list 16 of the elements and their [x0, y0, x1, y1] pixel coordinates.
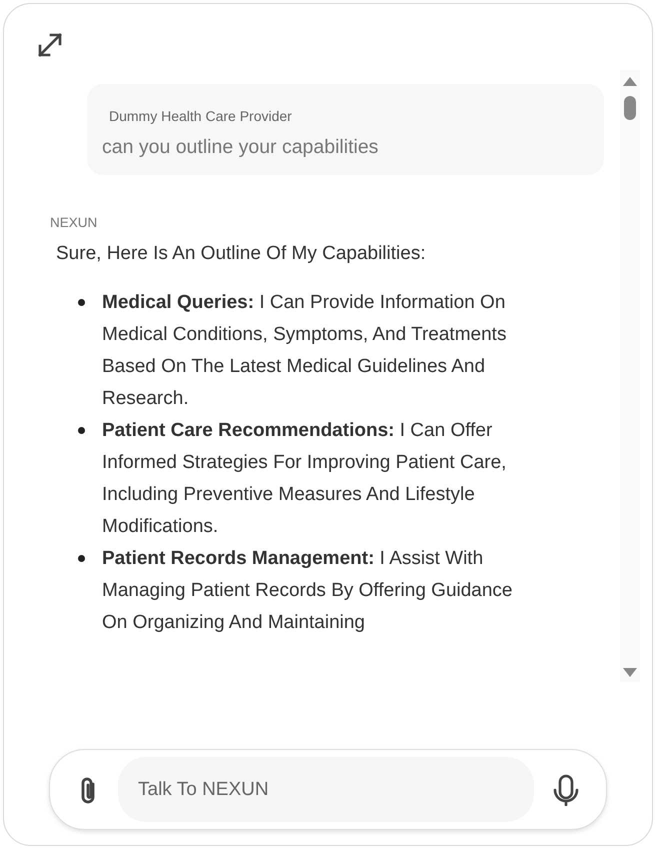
sender-name: NEXUN: [50, 215, 98, 230]
scroll-up-icon[interactable]: [623, 76, 637, 86]
expand-icon[interactable]: [37, 32, 63, 58]
message-text: can you outline your capabilities: [102, 136, 380, 159]
list-item-text: Medical Queries: I Can Provide Information On Medical Conditions, Symptoms, And Treatments Based On The Latest Medical Guidelines And Research.: [102, 291, 508, 411]
sender-name: Dummy Health Care Provider: [109, 108, 293, 124]
microphone-icon[interactable]: [552, 774, 580, 806]
scroll-thumb[interactable]: [624, 96, 636, 120]
scroll-down-icon[interactable]: [623, 668, 637, 678]
bullet-icon: [78, 427, 85, 434]
list-item-text: Patient Care Recommendations: I Can Offer Informed Strategies For Improving Patient Care, Including Preventive Measures And Lifestyle Modifications.: [102, 419, 508, 539]
bullet-icon: [78, 555, 85, 562]
bullet-icon: [78, 299, 85, 306]
message-input-field[interactable]: Talk To NEXUN: [118, 757, 534, 822]
list-item-text: Patient Records Management: I Assist With Managing Patient Records By Offering Guidance On Organizing And Maintaining: [102, 547, 514, 635]
reply-text: Sure, Here Is An Outline Of My Capabilities:: [56, 243, 427, 265]
